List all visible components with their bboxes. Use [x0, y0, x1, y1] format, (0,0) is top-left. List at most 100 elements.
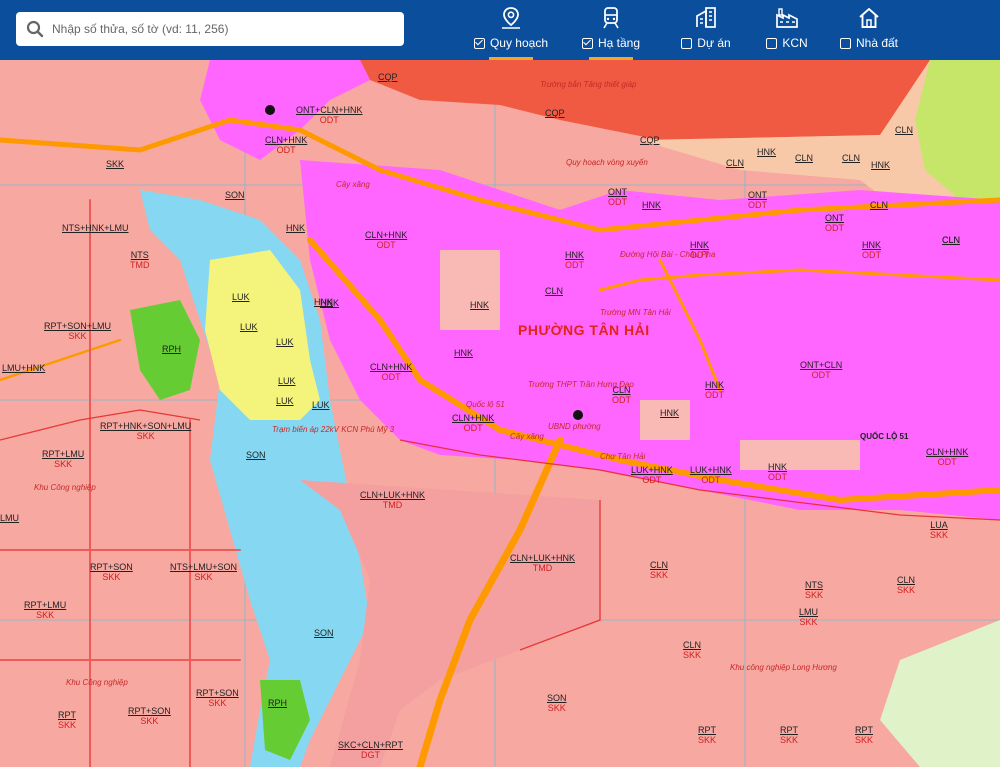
- search-input[interactable]: [52, 18, 392, 40]
- map-pin-icon: [502, 7, 520, 29]
- map-note: Trạm biến áp 22kV KCN Phú Mỹ 3: [272, 425, 395, 434]
- land-label: SKC+CLN+RPT DGT: [338, 740, 404, 760]
- checkbox-quy-hoach[interactable]: [473, 38, 485, 49]
- map-note: Khu Công nghiệp: [34, 483, 96, 492]
- land-label: CLN+LUK+HNK TMD: [360, 490, 426, 510]
- land-label: CLN+LUK+HNK TMD: [510, 553, 576, 573]
- land-label: CLN SKK: [683, 640, 702, 660]
- ward-label: PHƯỜNG TÂN HẢI: [518, 322, 650, 338]
- land-label: HNK ODT: [705, 380, 725, 400]
- map-note: Quốc lộ 51: [466, 400, 505, 409]
- land-label: CLN: [895, 125, 914, 135]
- land-label: HNK: [871, 160, 891, 170]
- map-note: Quy hoạch vòng xuyến: [566, 158, 648, 167]
- checkbox-kcn[interactable]: [766, 38, 778, 49]
- land-label: NTS SKK: [805, 580, 824, 600]
- active-indicator: [489, 57, 533, 60]
- land-label: CLN SKK: [650, 560, 669, 580]
- land-label: SON: [246, 450, 266, 460]
- zone-hnk-c: [740, 440, 860, 470]
- layer-label-ha-tang: Hạ tầng: [597, 36, 641, 50]
- map-note: UBND phường: [548, 422, 601, 431]
- buildings-icon: [696, 7, 716, 28]
- home-icon: [859, 7, 879, 28]
- land-label: LMU+HNK: [2, 363, 46, 373]
- land-label: HNK ODT: [565, 250, 585, 270]
- land-label: CQP: [545, 108, 565, 118]
- map-note: Trường MN Tân Hải: [600, 308, 671, 317]
- layer-kcn[interactable]: KCN: [750, 6, 824, 60]
- land-label: CLN: [870, 200, 889, 210]
- map-note: Trường THPT Trần Hưng Đạo: [528, 380, 634, 389]
- land-label: NTS+LMU+SON SKK: [170, 562, 238, 582]
- land-label: ONT ODT: [748, 190, 767, 210]
- land-label: HNK: [470, 300, 490, 310]
- map-note: Cây xăng: [510, 432, 544, 441]
- land-label: RPT SKK: [698, 725, 717, 745]
- land-label: HNK: [314, 297, 334, 307]
- land-label: CLN: [545, 286, 564, 296]
- land-label: LMU: [0, 513, 20, 523]
- land-label: LUK: [276, 337, 294, 347]
- land-label: HNK: [286, 223, 306, 233]
- land-label: ONT+CLN ODT: [800, 360, 843, 380]
- land-label: LMU SKK: [799, 607, 819, 627]
- layer-label-quy-hoach: Quy hoạch: [489, 36, 549, 50]
- land-label: LUK: [276, 396, 294, 406]
- checkbox-nha-dat[interactable]: [839, 38, 851, 49]
- checkbox-du-an[interactable]: [681, 38, 693, 49]
- layer-ha-tang[interactable]: Hạ tầng: [566, 6, 656, 60]
- map-note: Trường bắn Tăng thiết giáp: [540, 80, 637, 89]
- land-label: SON SKK: [547, 693, 567, 713]
- search-box[interactable]: [16, 12, 404, 46]
- land-label: RPT+SON SKK: [128, 706, 171, 726]
- layer-du-an[interactable]: Dự án: [664, 6, 748, 60]
- land-label: HNK: [660, 408, 680, 418]
- land-label: LUK: [240, 322, 258, 332]
- land-label: RPT+LMU SKK: [42, 449, 85, 469]
- land-label: RPT+LMU SKK: [24, 600, 67, 620]
- land-label: HNK: [757, 147, 777, 157]
- map-note: Khu công nghiệp Long Hương: [730, 663, 837, 672]
- planning-map[interactable]: PHƯỜNG TÂN HẢI CQP CQP CQP CLN CLN CLN H…: [0, 60, 1000, 767]
- land-label: RPT+HNK+SON+LMU SKK: [100, 421, 192, 441]
- land-label: HNK: [454, 348, 474, 358]
- zone-hnk-b: [640, 400, 690, 440]
- search-icon: [26, 20, 44, 38]
- map-note: Đường Hội Bài - Châu Pha: [620, 250, 716, 259]
- layer-quy-hoach[interactable]: Quy hoạch: [462, 6, 560, 60]
- land-label: ONT+CLN+HNK ODT: [296, 105, 363, 125]
- land-label: CLN: [842, 153, 861, 163]
- map-note: Cây xăng: [336, 180, 370, 189]
- map-note: QUỐC LỘ 51: [860, 432, 909, 441]
- land-label: SON: [225, 190, 245, 200]
- land-label: CLN: [795, 153, 814, 163]
- land-label: CLN: [942, 235, 961, 245]
- land-label: CLN+HNK ODT: [926, 447, 969, 467]
- land-label: LUK+HNK ODT: [631, 465, 673, 485]
- land-label: CLN+HNK ODT: [370, 362, 413, 382]
- land-label: HNK ODT: [768, 462, 788, 482]
- map-note: Chợ Tân Hải: [600, 452, 646, 461]
- land-label: RPT+SON SKK: [90, 562, 133, 582]
- checkbox-ha-tang[interactable]: [581, 38, 593, 49]
- land-label: RPH: [268, 698, 288, 708]
- land-label: RPT SKK: [58, 710, 77, 730]
- land-label: HNK: [642, 200, 662, 210]
- layer-label-du-an: Dự án: [697, 36, 731, 50]
- factory-icon: [776, 8, 798, 28]
- layer-label-nha-dat: Nhà đất: [855, 36, 899, 50]
- layer-nha-dat[interactable]: Nhà đất: [826, 6, 912, 60]
- land-label: CQP: [640, 135, 660, 145]
- land-label: LUK: [312, 400, 330, 410]
- land-label: CLN+HNK ODT: [265, 135, 308, 155]
- land-label: LUK: [232, 292, 250, 302]
- map-canvas[interactable]: [0, 60, 1000, 767]
- land-label: RPT SKK: [855, 725, 874, 745]
- land-label: NTS TMD: [130, 250, 150, 270]
- land-label: SKK: [106, 159, 125, 169]
- land-label: LUK: [278, 376, 296, 386]
- land-label: ONT ODT: [825, 213, 844, 233]
- active-indicator: [589, 57, 633, 60]
- land-label: RPT SKK: [780, 725, 799, 745]
